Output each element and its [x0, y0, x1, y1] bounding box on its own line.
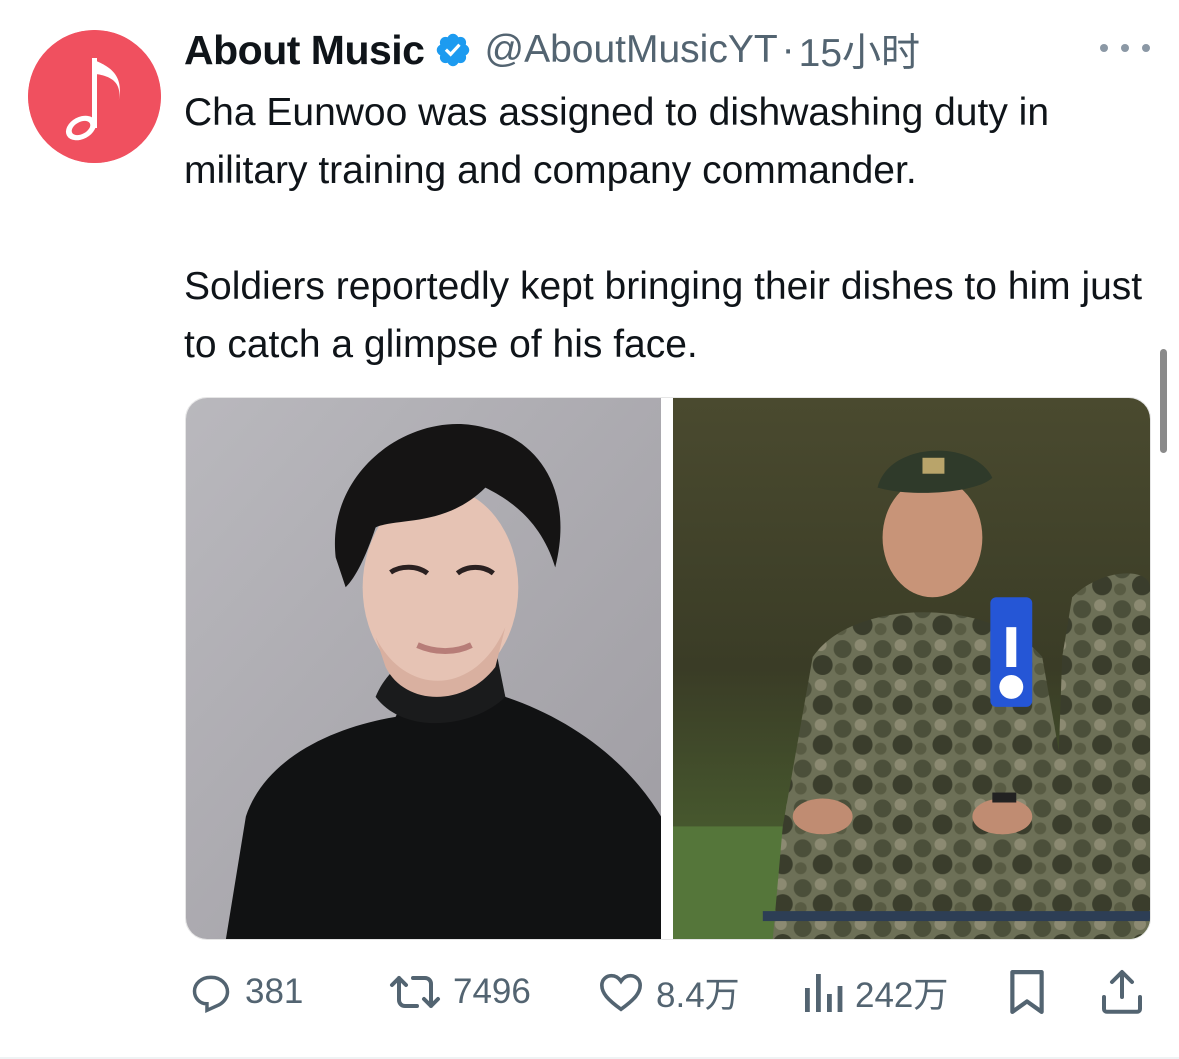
tweet-paragraph: Soldiers reportedly kept bringing their …	[184, 265, 1143, 366]
reply-icon	[192, 975, 230, 1014]
music-note-icon	[28, 30, 161, 163]
repost-count: 7496	[453, 972, 531, 1011]
views-button[interactable]: 242万	[803, 962, 948, 1022]
tweet-header: About Music @AboutMusicYT · 15小时	[184, 24, 920, 76]
scrollbar-thumb[interactable]	[1160, 349, 1167, 453]
bookmark-button[interactable]	[1008, 962, 1046, 1022]
more-options-icon[interactable]	[1100, 36, 1150, 60]
views-count: 242万	[855, 975, 949, 1015]
repost-button[interactable]: 7496	[389, 962, 531, 1022]
repost-icon	[390, 976, 440, 1008]
heart-icon	[600, 973, 642, 1012]
author-handle[interactable]: @AboutMusicYT	[484, 28, 777, 72]
reply-button[interactable]: 381	[189, 962, 303, 1022]
like-button[interactable]: 8.4万	[598, 962, 740, 1022]
like-count: 8.4万	[656, 975, 740, 1015]
media-photo-portrait[interactable]	[186, 398, 661, 939]
share-button[interactable]	[1100, 962, 1144, 1022]
media-photo-military[interactable]	[673, 398, 1150, 939]
separator-dot: ·	[781, 28, 795, 71]
verified-badge-icon	[434, 31, 472, 69]
tweet-media	[185, 397, 1151, 940]
views-chart-icon	[805, 974, 843, 1012]
tweet-paragraph: Cha Eunwoo was assigned to dishwashing d…	[184, 91, 1050, 192]
profile-avatar[interactable]	[28, 30, 161, 163]
reply-count: 381	[245, 972, 304, 1011]
tweet-action-bar: 381 7496 8.4万 242万	[0, 962, 1179, 1022]
share-icon	[1102, 970, 1142, 1014]
bookmark-icon	[1010, 970, 1044, 1014]
tweet-timestamp[interactable]: 15小时	[799, 22, 920, 78]
author-name[interactable]: About Music	[184, 27, 425, 74]
tweet-text: Cha Eunwoo was assigned to dishwashing d…	[184, 84, 1159, 374]
